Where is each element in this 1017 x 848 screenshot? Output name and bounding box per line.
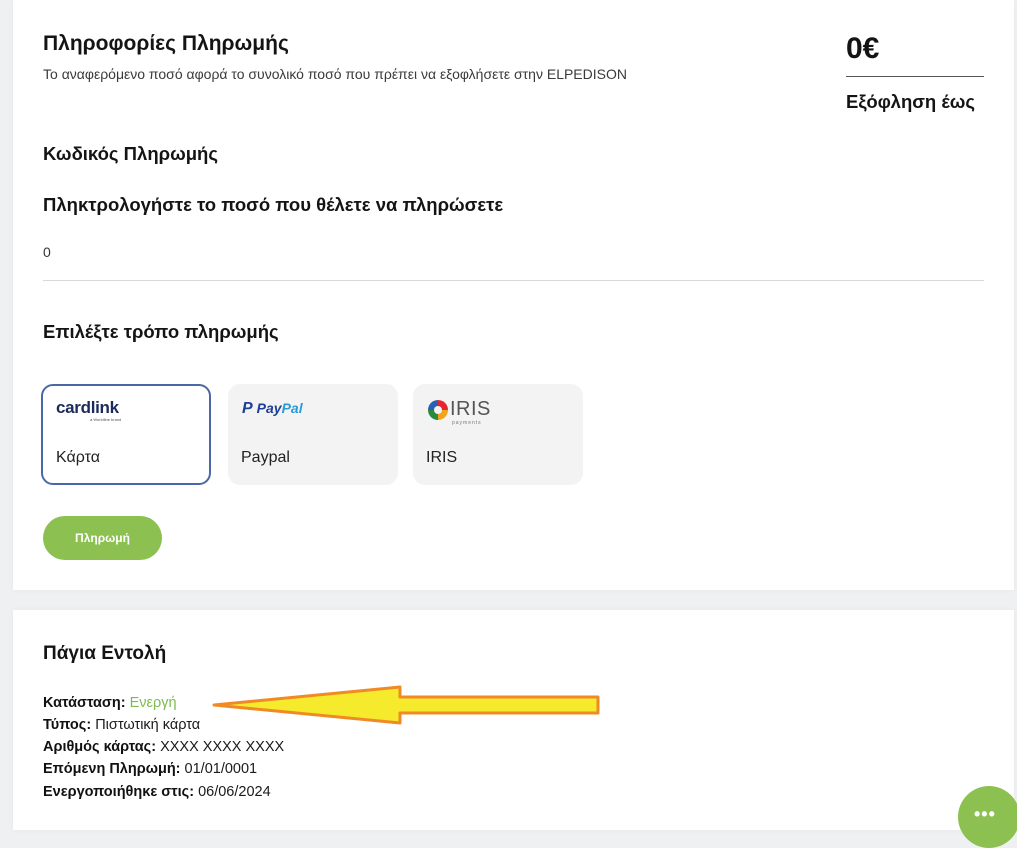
type-value: Πιστωτική κάρτα bbox=[95, 717, 201, 733]
amount-input-underline bbox=[43, 280, 984, 281]
activated-value: 06/06/2024 bbox=[198, 784, 271, 800]
payment-method-paypal[interactable]: P PayPal Paypal bbox=[228, 384, 398, 485]
pay-button[interactable]: Πληρωμή bbox=[43, 516, 162, 560]
annotation-arrow-icon bbox=[212, 685, 600, 725]
payment-method-label: Κάρτα bbox=[56, 449, 100, 466]
method-prompt: Επιλέξτε τρόπο πληρωμής bbox=[43, 321, 279, 342]
payment-method-iris[interactable]: IRIS payments IRIS bbox=[413, 384, 583, 485]
payment-method-label: Paypal bbox=[241, 449, 290, 466]
due-date-label: Εξόφληση έως bbox=[846, 91, 975, 112]
card-number-row: Αριθμός κάρτας: XXXX XXXX XXXX bbox=[43, 739, 285, 755]
next-payment-row: Επόμενη Πληρωμή: 01/01/0001 bbox=[43, 761, 258, 777]
activated-row: Ενεργοποιήθηκε στις: 06/06/2024 bbox=[43, 784, 271, 800]
type-row: Τύπος: Πιστωτική κάρτα bbox=[43, 717, 201, 733]
amount-prompt: Πληκτρολογήστε το ποσό που θέλετε να πλη… bbox=[43, 194, 504, 215]
payment-info-card: Πληροφορίες Πληρωμής Το αναφερόμενο ποσό… bbox=[13, 0, 1014, 590]
amount-due: 0€ bbox=[846, 32, 880, 65]
payment-info-subtitle: Το αναφερόμενο ποσό αφορά το συνολικό πο… bbox=[43, 66, 627, 82]
next-payment-value: 01/01/0001 bbox=[184, 761, 258, 777]
payment-code-label: Κωδικός Πληρωμής bbox=[43, 143, 218, 164]
payment-info-title: Πληροφορίες Πληρωμής bbox=[43, 32, 289, 55]
amount-underline bbox=[846, 76, 984, 77]
amount-input[interactable]: 0 bbox=[43, 244, 51, 260]
paypal-logo-icon: P PayPal bbox=[242, 400, 303, 417]
chat-icon[interactable]: ••• bbox=[958, 786, 1017, 848]
cardlink-logo-icon: cardlink a Worldline brand bbox=[56, 398, 122, 422]
payment-method-label: IRIS bbox=[426, 449, 458, 466]
standing-order-title: Πάγια Εντολή bbox=[43, 643, 167, 664]
status-value: Ενεργή bbox=[129, 695, 177, 711]
card-number-value: XXXX XXXX XXXX bbox=[160, 739, 285, 755]
status-row: Κατάσταση: Ενεργή bbox=[43, 695, 177, 711]
payment-method-card[interactable]: cardlink a Worldline brand Κάρτα bbox=[41, 384, 211, 485]
